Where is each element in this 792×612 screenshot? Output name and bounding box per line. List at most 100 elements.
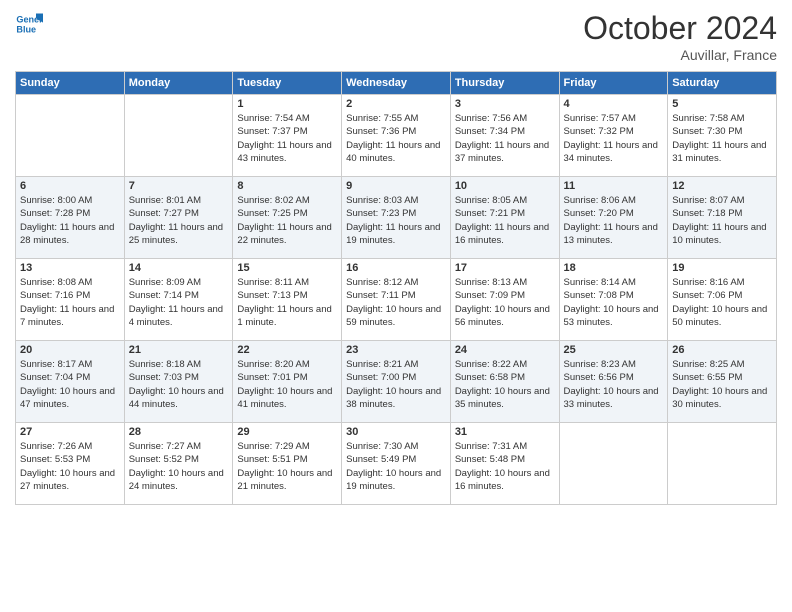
calendar-cell: 23 Sunrise: 8:21 AMSunset: 7:00 PMDayligh… bbox=[342, 341, 451, 423]
day-number: 11 bbox=[564, 180, 664, 192]
day-info: Sunrise: 8:13 AMSunset: 7:09 PMDaylight:… bbox=[455, 276, 555, 329]
day-info: Sunrise: 8:16 AMSunset: 7:06 PMDaylight:… bbox=[672, 276, 772, 329]
day-info: Sunrise: 7:30 AMSunset: 5:49 PMDaylight:… bbox=[346, 440, 446, 493]
calendar-cell: 30 Sunrise: 7:30 AMSunset: 5:49 PMDayligh… bbox=[342, 423, 451, 505]
day-info: Sunrise: 7:57 AMSunset: 7:32 PMDaylight:… bbox=[564, 112, 664, 165]
day-info: Sunrise: 8:09 AMSunset: 7:14 PMDaylight:… bbox=[129, 276, 229, 329]
month-title: October 2024 bbox=[583, 10, 777, 47]
header-day-sunday: Sunday bbox=[16, 72, 125, 95]
day-info: Sunrise: 8:22 AMSunset: 6:58 PMDaylight:… bbox=[455, 358, 555, 411]
day-number: 8 bbox=[237, 180, 337, 192]
day-info: Sunrise: 7:31 AMSunset: 5:48 PMDaylight:… bbox=[455, 440, 555, 493]
day-number: 9 bbox=[346, 180, 446, 192]
day-number: 29 bbox=[237, 426, 337, 438]
calendar-cell: 26Sunrise: 8:25 AMSunset: 6:55 PMDayligh… bbox=[668, 341, 777, 423]
day-number: 12 bbox=[672, 180, 772, 192]
day-info: Sunrise: 8:23 AMSunset: 6:56 PMDaylight:… bbox=[564, 358, 664, 411]
day-info: Sunrise: 8:07 AMSunset: 7:18 PMDaylight:… bbox=[672, 194, 772, 247]
day-info: Sunrise: 8:20 AMSunset: 7:01 PMDaylight:… bbox=[237, 358, 337, 411]
calendar-page: General Blue October 2024 Auvillar, Fran… bbox=[0, 0, 792, 612]
calendar-cell: 3 Sunrise: 7:56 AMSunset: 7:34 PMDaylight… bbox=[450, 95, 559, 177]
calendar-cell: 12 Sunrise: 8:07 AMSunset: 7:18 PMDayligh… bbox=[668, 177, 777, 259]
day-info: Sunrise: 8:08 AMSunset: 7:16 PMDaylight:… bbox=[20, 276, 120, 329]
calendar-cell: 15 Sunrise: 8:11 AMSunset: 7:13 PMDayligh… bbox=[233, 259, 342, 341]
calendar-cell bbox=[559, 423, 668, 505]
calendar-cell: 29 Sunrise: 7:29 AMSunset: 5:51 PMDayligh… bbox=[233, 423, 342, 505]
calendar-cell: 14Sunrise: 8:09 AMSunset: 7:14 PMDayligh… bbox=[124, 259, 233, 341]
header-day-saturday: Saturday bbox=[668, 72, 777, 95]
day-number: 21 bbox=[129, 344, 229, 356]
day-number: 7 bbox=[129, 180, 229, 192]
calendar-cell: 11 Sunrise: 8:06 AMSunset: 7:20 PMDayligh… bbox=[559, 177, 668, 259]
calendar-cell bbox=[16, 95, 125, 177]
day-number: 4 bbox=[564, 98, 664, 110]
day-number: 19 bbox=[672, 262, 772, 274]
day-number: 16 bbox=[346, 262, 446, 274]
day-info: Sunrise: 7:56 AMSunset: 7:34 PMDaylight:… bbox=[455, 112, 555, 165]
day-number: 3 bbox=[455, 98, 555, 110]
header-day-friday: Friday bbox=[559, 72, 668, 95]
location: Auvillar, France bbox=[583, 47, 777, 63]
day-number: 28 bbox=[129, 426, 229, 438]
day-number: 5 bbox=[672, 98, 772, 110]
day-number: 18 bbox=[564, 262, 664, 274]
day-info: Sunrise: 7:29 AMSunset: 5:51 PMDaylight:… bbox=[237, 440, 337, 493]
day-number: 31 bbox=[455, 426, 555, 438]
day-info: Sunrise: 8:00 AMSunset: 7:28 PMDaylight:… bbox=[20, 194, 120, 247]
calendar-cell: 28Sunrise: 7:27 AMSunset: 5:52 PMDayligh… bbox=[124, 423, 233, 505]
day-number: 25 bbox=[564, 344, 664, 356]
day-number: 17 bbox=[455, 262, 555, 274]
day-info: Sunrise: 8:03 AMSunset: 7:23 PMDaylight:… bbox=[346, 194, 446, 247]
calendar-cell: 6 Sunrise: 8:00 AMSunset: 7:28 PMDaylight… bbox=[16, 177, 125, 259]
day-number: 6 bbox=[20, 180, 120, 192]
day-number: 30 bbox=[346, 426, 446, 438]
calendar-cell: 25 Sunrise: 8:23 AMSunset: 6:56 PMDayligh… bbox=[559, 341, 668, 423]
day-info: Sunrise: 8:21 AMSunset: 7:00 PMDaylight:… bbox=[346, 358, 446, 411]
day-number: 23 bbox=[346, 344, 446, 356]
week-row-2: 6 Sunrise: 8:00 AMSunset: 7:28 PMDaylight… bbox=[16, 177, 777, 259]
day-info: Sunrise: 8:14 AMSunset: 7:08 PMDaylight:… bbox=[564, 276, 664, 329]
calendar-cell: 16Sunrise: 8:12 AMSunset: 7:11 PMDayligh… bbox=[342, 259, 451, 341]
calendar-cell: 9 Sunrise: 8:03 AMSunset: 7:23 PMDaylight… bbox=[342, 177, 451, 259]
title-section: October 2024 Auvillar, France bbox=[583, 10, 777, 63]
calendar-cell: 18 Sunrise: 8:14 AMSunset: 7:08 PMDayligh… bbox=[559, 259, 668, 341]
day-info: Sunrise: 7:26 AMSunset: 5:53 PMDaylight:… bbox=[20, 440, 120, 493]
calendar-cell: 20Sunrise: 8:17 AMSunset: 7:04 PMDayligh… bbox=[16, 341, 125, 423]
week-row-1: 1Sunrise: 7:54 AMSunset: 7:37 PMDaylight… bbox=[16, 95, 777, 177]
week-row-5: 27 Sunrise: 7:26 AMSunset: 5:53 PMDayligh… bbox=[16, 423, 777, 505]
header-day-monday: Monday bbox=[124, 72, 233, 95]
day-info: Sunrise: 8:17 AMSunset: 7:04 PMDaylight:… bbox=[20, 358, 120, 411]
calendar-table: SundayMondayTuesdayWednesdayThursdayFrid… bbox=[15, 71, 777, 505]
day-info: Sunrise: 8:06 AMSunset: 7:20 PMDaylight:… bbox=[564, 194, 664, 247]
day-info: Sunrise: 8:02 AMSunset: 7:25 PMDaylight:… bbox=[237, 194, 337, 247]
calendar-cell: 13Sunrise: 8:08 AMSunset: 7:16 PMDayligh… bbox=[16, 259, 125, 341]
day-info: Sunrise: 8:05 AMSunset: 7:21 PMDaylight:… bbox=[455, 194, 555, 247]
logo: General Blue bbox=[15, 10, 43, 38]
day-info: Sunrise: 7:54 AMSunset: 7:37 PMDaylight:… bbox=[237, 112, 337, 165]
calendar-cell: 24 Sunrise: 8:22 AMSunset: 6:58 PMDayligh… bbox=[450, 341, 559, 423]
day-info: Sunrise: 8:11 AMSunset: 7:13 PMDaylight:… bbox=[237, 276, 337, 329]
calendar-cell: 10Sunrise: 8:05 AMSunset: 7:21 PMDayligh… bbox=[450, 177, 559, 259]
day-number: 2 bbox=[346, 98, 446, 110]
calendar-cell: 7Sunrise: 8:01 AMSunset: 7:27 PMDaylight… bbox=[124, 177, 233, 259]
calendar-cell: 31 Sunrise: 7:31 AMSunset: 5:48 PMDayligh… bbox=[450, 423, 559, 505]
day-info: Sunrise: 8:25 AMSunset: 6:55 PMDaylight:… bbox=[672, 358, 772, 411]
page-header: General Blue October 2024 Auvillar, Fran… bbox=[15, 10, 777, 63]
week-row-4: 20Sunrise: 8:17 AMSunset: 7:04 PMDayligh… bbox=[16, 341, 777, 423]
logo-icon: General Blue bbox=[15, 10, 43, 38]
header-day-thursday: Thursday bbox=[450, 72, 559, 95]
day-number: 22 bbox=[237, 344, 337, 356]
calendar-cell: 5Sunrise: 7:58 AMSunset: 7:30 PMDaylight… bbox=[668, 95, 777, 177]
calendar-cell: 1Sunrise: 7:54 AMSunset: 7:37 PMDaylight… bbox=[233, 95, 342, 177]
calendar-cell: 17 Sunrise: 8:13 AMSunset: 7:09 PMDayligh… bbox=[450, 259, 559, 341]
calendar-cell: 2 Sunrise: 7:55 AMSunset: 7:36 PMDaylight… bbox=[342, 95, 451, 177]
svg-text:Blue: Blue bbox=[16, 24, 36, 34]
day-info: Sunrise: 7:55 AMSunset: 7:36 PMDaylight:… bbox=[346, 112, 446, 165]
calendar-cell: 21Sunrise: 8:18 AMSunset: 7:03 PMDayligh… bbox=[124, 341, 233, 423]
calendar-cell: 4 Sunrise: 7:57 AMSunset: 7:32 PMDaylight… bbox=[559, 95, 668, 177]
calendar-cell: 22 Sunrise: 8:20 AMSunset: 7:01 PMDayligh… bbox=[233, 341, 342, 423]
calendar-cell: 27 Sunrise: 7:26 AMSunset: 5:53 PMDayligh… bbox=[16, 423, 125, 505]
day-number: 27 bbox=[20, 426, 120, 438]
day-number: 15 bbox=[237, 262, 337, 274]
day-number: 24 bbox=[455, 344, 555, 356]
